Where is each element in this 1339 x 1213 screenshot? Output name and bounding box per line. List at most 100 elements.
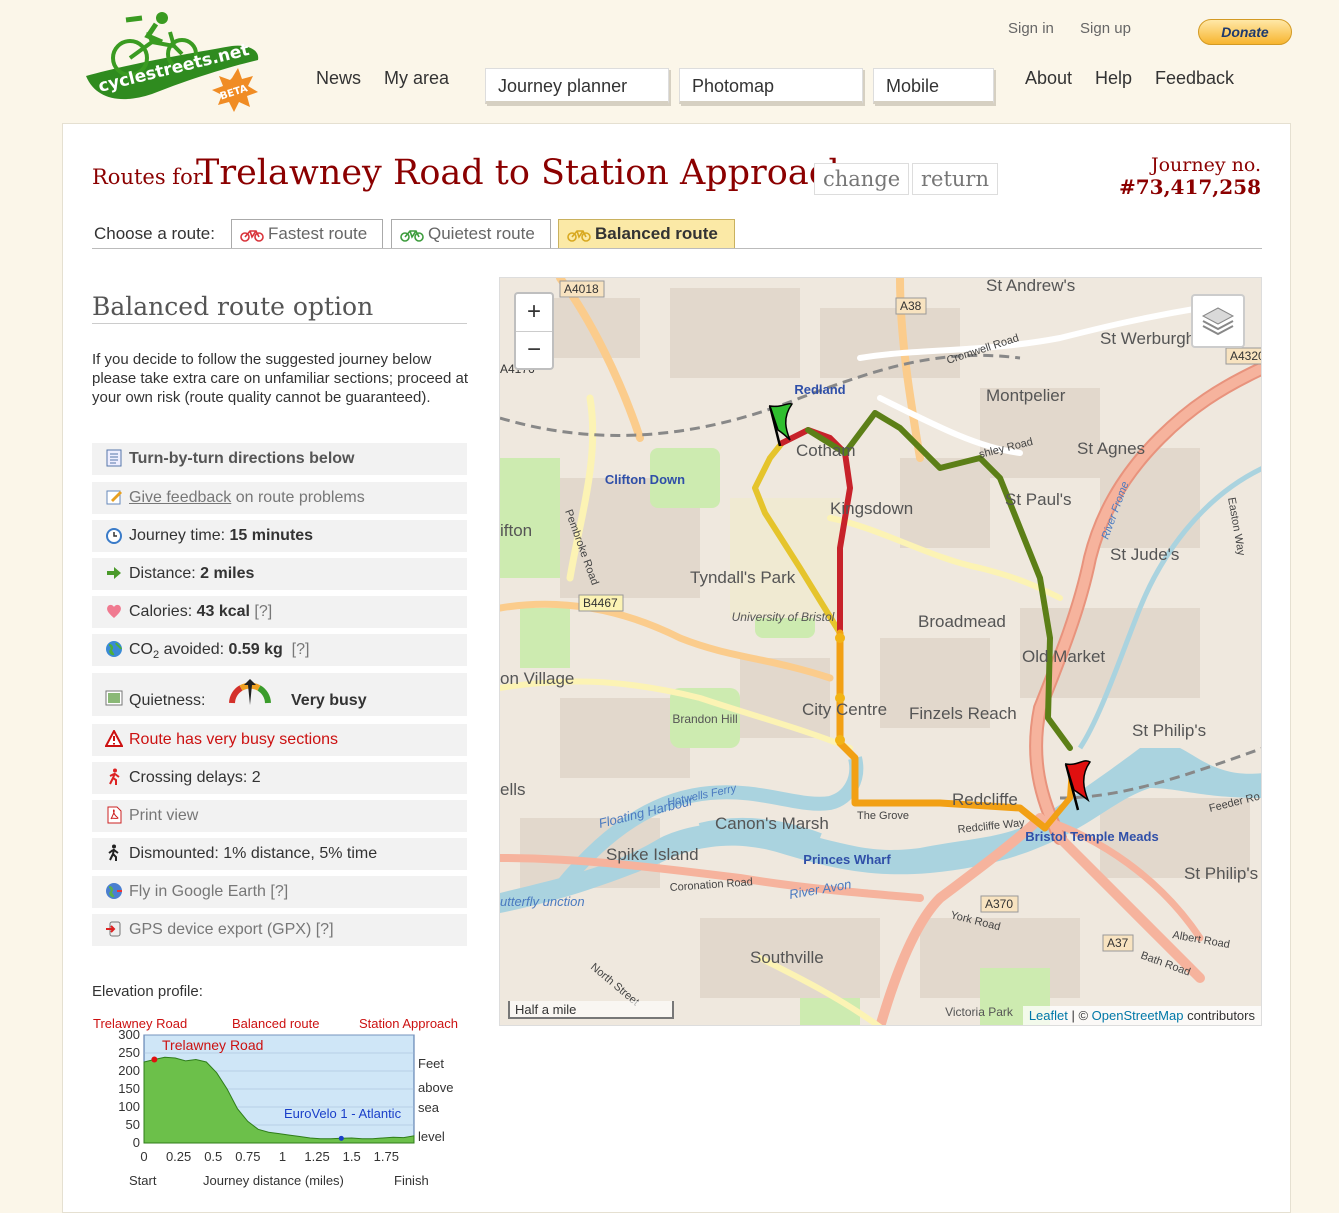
road-a4320: A4320 (1230, 349, 1262, 363)
print-view-row[interactable]: Print view (92, 800, 467, 832)
dismounted-row: Dismounted: 1% distance, 5% time (92, 838, 467, 870)
co2-value: 0.59 kg (228, 641, 283, 658)
elevation-y-tick: 300 (118, 1027, 140, 1042)
route-waypoint (835, 633, 845, 643)
place-clifton-down: Clifton Down (605, 472, 685, 487)
heart-icon (104, 602, 124, 622)
unit-line-3: sea (418, 1100, 440, 1115)
calories-label: Calories: (129, 603, 197, 620)
route-waypoint (835, 735, 845, 745)
nav-about[interactable]: About (1025, 68, 1072, 89)
bicycle-green-icon (400, 229, 424, 242)
place-st-agnes: St Agnes (1077, 439, 1145, 458)
balanced-route-button[interactable]: Balanced route (558, 219, 735, 249)
calories-row: Calories: 43 kcal [?] (92, 596, 467, 628)
osm-link[interactable]: OpenStreetMap (1092, 1008, 1184, 1023)
leaflet-link[interactable]: Leaflet (1029, 1008, 1068, 1023)
clock-icon (104, 526, 124, 546)
divider (92, 248, 1262, 249)
balanced-route-label: Balanced route (595, 224, 718, 243)
directions-label: Turn-by-turn directions below (129, 450, 355, 467)
gpx-export-link[interactable]: GPS device export (GPX) [?] (129, 921, 334, 938)
map-scale: Half a mile (508, 1001, 674, 1019)
place-clifton: ifton (500, 521, 532, 540)
zoom-in-button[interactable]: + (516, 294, 552, 332)
feedback-row: Give feedback on route problems (92, 482, 467, 514)
place-st-werburgh: St Werburgh (1100, 329, 1195, 348)
zoom-out-button[interactable]: − (516, 332, 552, 369)
cyclestreets-logo[interactable]: cyclestreets.net BETA (82, 6, 272, 121)
place-university: University of Bristol (732, 610, 835, 624)
nav-journey-planner[interactable]: Journey planner (485, 68, 669, 104)
bicycle-yellow-icon (567, 229, 591, 242)
quietest-route-button[interactable]: Quietest route (391, 219, 551, 249)
elevation-eurovelo-marker (338, 1135, 344, 1141)
place-tyndalls-park: Tyndall's Park (690, 568, 796, 587)
elevation-x-tick: 1 (279, 1149, 286, 1164)
gpx-export-row[interactable]: GPS device export (GPX) [?] (92, 914, 467, 946)
place-spike-island: Spike Island (606, 845, 699, 864)
elevation-start-marker (151, 1056, 158, 1063)
place-brandon-hill: Brandon Hill (672, 712, 737, 726)
print-view-link[interactable]: Print view (129, 807, 198, 824)
return-button[interactable]: return (912, 163, 998, 195)
place-st-philips: St Philip's (1132, 721, 1206, 740)
unit-line-2: above (418, 1080, 453, 1095)
directions-row[interactable]: Turn-by-turn directions below (92, 443, 467, 475)
google-earth-row[interactable]: Fly in Google Earth [?] (92, 876, 467, 908)
quietness-row: Quietness: Very busy (92, 673, 467, 716)
calories-help-link[interactable]: [?] (254, 603, 272, 620)
fastest-route-button[interactable]: Fastest route (231, 219, 383, 249)
place-southville: Southville (750, 948, 824, 967)
crossing-delays-row: Crossing delays: 2 (92, 762, 467, 794)
place-redland: Redland (794, 382, 845, 397)
place-st-andrews: St Andrew's (986, 278, 1075, 295)
route-map[interactable]: St Andrew's St Werburgh Montpelier St Ag… (499, 277, 1262, 1026)
bicycle-red-icon (240, 229, 264, 242)
road-the-grove: The Grove (857, 810, 909, 822)
map-canvas[interactable]: St Andrew's St Werburgh Montpelier St Ag… (500, 278, 1262, 1026)
co2-label-2: avoided: (159, 641, 229, 658)
change-button[interactable]: change (814, 163, 910, 195)
place-st-philips-marsh: St Philip's (1184, 864, 1258, 883)
layers-button[interactable] (1191, 294, 1245, 348)
option-title: Balanced route option (92, 292, 374, 321)
elevation-x-tick: 0.75 (235, 1149, 260, 1164)
journey-number-value: #73,417,258 (1118, 175, 1261, 199)
place-temple-meads: Bristol Temple Meads (1025, 829, 1158, 844)
place-finzels-reach: Finzels Reach (909, 704, 1017, 723)
give-feedback-link[interactable]: Give feedback (129, 489, 231, 506)
elevation-y-ticks: 300 250 200 150 100 50 0 (118, 1027, 140, 1150)
landscape-icon (104, 689, 124, 709)
pedestrian-icon (104, 768, 124, 788)
nav-news[interactable]: News (316, 68, 361, 89)
sign-in-link[interactable]: Sign in (1008, 20, 1054, 37)
crossing-delays-text: Crossing delays: 2 (129, 769, 261, 786)
elevation-y-tick: 50 (126, 1117, 140, 1132)
elevation-y-tick: 150 (118, 1081, 140, 1096)
choose-route-label: Choose a route: (94, 224, 215, 243)
nav-mobile[interactable]: Mobile (873, 68, 994, 104)
elevation-profile-chart: Trelawney Road Balanced route Station Ap… (93, 1016, 458, 1188)
dismounted-text: Dismounted: 1% distance, 5% time (129, 845, 378, 862)
nav-feedback[interactable]: Feedback (1155, 68, 1234, 89)
nav-my-area[interactable]: My area (384, 68, 449, 89)
gps-device-icon (104, 920, 124, 940)
elevation-x-tick: 1.75 (374, 1149, 399, 1164)
co2-row: CO2 avoided: 0.59 kg [?] (92, 634, 467, 666)
co2-help-link[interactable]: [?] (292, 641, 310, 658)
nav-help[interactable]: Help (1095, 68, 1132, 89)
donate-button[interactable]: Donate (1198, 19, 1292, 45)
place-butterfly-junction: utterfly unction (500, 894, 585, 909)
sign-up-link[interactable]: Sign up (1080, 20, 1131, 37)
distance-label: Distance: (129, 565, 201, 582)
place-canons-marsh: Canon's Marsh (715, 814, 829, 833)
walking-icon (104, 844, 124, 864)
elevation-y-tick: 250 (118, 1045, 140, 1060)
elevation-y-tick: 100 (118, 1099, 140, 1114)
nav-photomap[interactable]: Photomap (679, 68, 863, 104)
google-earth-link[interactable]: Fly in Google Earth [?] (129, 883, 288, 900)
distance-row: Distance: 2 miles (92, 558, 467, 590)
elevation-y-tick: 200 (118, 1063, 140, 1078)
globe-icon (104, 640, 124, 660)
